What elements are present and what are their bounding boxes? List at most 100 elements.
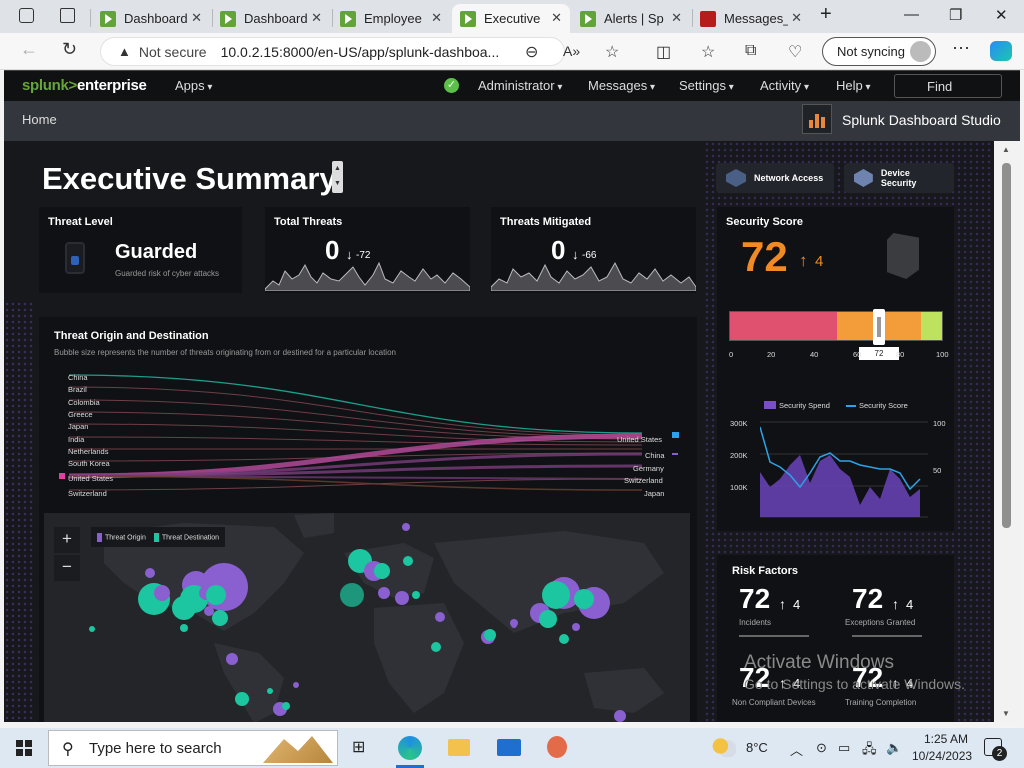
gauge-band-red [730, 312, 837, 340]
page-scrollbar[interactable]: ▲ ▼ [994, 141, 1020, 722]
target-label: China [645, 451, 665, 460]
help-menu[interactable]: Help [836, 78, 871, 93]
threat-level-sub: Guarded risk of cyber attacks [115, 269, 220, 278]
paint-icon[interactable] [547, 736, 567, 758]
minimize-button[interactable]: — [904, 6, 919, 23]
tab-alerts[interactable]: Alerts | Sp ✕ [572, 4, 690, 33]
incidents-delta: 4 [793, 597, 801, 612]
panel-title: Threats Mitigated [500, 216, 592, 228]
close-icon[interactable]: ✕ [311, 10, 322, 26]
restore-button[interactable]: ❐ [949, 6, 962, 24]
pdf-icon [700, 10, 716, 27]
refresh-icon[interactable]: ↻ [62, 39, 77, 60]
arrow-up-icon: ↑ [799, 251, 808, 270]
weather-temperature[interactable]: 8°C [746, 740, 768, 755]
taskbar-search-input[interactable]: ⚲ Type here to search [48, 730, 338, 766]
scroll-thumb[interactable] [1002, 163, 1011, 528]
scroll-down-icon[interactable]: ▼ [1002, 709, 1010, 718]
find-input[interactable]: Find [894, 74, 1002, 98]
browser-essentials-icon[interactable]: ♡ [788, 42, 802, 62]
collections-icon[interactable]: ⧉ [745, 42, 756, 60]
close-icon[interactable]: ✕ [431, 10, 442, 26]
workspaces-icon[interactable] [19, 8, 34, 23]
file-explorer-icon[interactable] [448, 739, 470, 756]
task-view-icon[interactable]: ⊞ [352, 737, 365, 757]
read-aloud-icon[interactable]: A» [563, 43, 580, 59]
settings-menu[interactable]: Settings [679, 78, 734, 93]
favorite-star-icon[interactable]: ☆ [605, 42, 619, 62]
favorites-icon[interactable]: ☆ [701, 42, 715, 62]
close-icon[interactable]: ✕ [671, 10, 682, 26]
gauge-tick: 100 [936, 350, 949, 359]
messages-menu[interactable]: Messages [588, 78, 655, 93]
tab-messages[interactable]: Messages_ ✕ [692, 4, 810, 33]
new-tab-button[interactable]: + [820, 3, 832, 26]
score-legend-swatch [846, 405, 856, 407]
health-ok-icon[interactable]: ✓ [444, 78, 459, 93]
gauge-tick: 60 [853, 350, 862, 359]
tab-label: Employee [364, 11, 422, 26]
tab-dashboard-1[interactable]: Dashboard ✕ [92, 4, 210, 33]
tab-employee[interactable]: Employee ✕ [332, 4, 450, 33]
close-icon[interactable]: ✕ [191, 10, 202, 26]
tab-separator [90, 9, 91, 27]
security-shield-icon [887, 233, 919, 279]
world-map[interactable]: + − Threat Origin Threat Destination [44, 513, 690, 722]
search-icon: ⚲ [62, 741, 74, 758]
activity-menu[interactable]: Activity [760, 78, 809, 93]
administrator-menu[interactable]: Administrator [478, 78, 562, 93]
target-label: Germany [633, 464, 664, 473]
address-bar[interactable]: ▲ Not secure 10.0.2.15:8000/en-US/app/sp… [100, 37, 565, 66]
panel-title: Threat Origin and Destination [54, 330, 209, 342]
security-score-value: 72 [741, 233, 788, 280]
panel-title: Security Score [726, 216, 804, 228]
split-screen-icon[interactable]: ◫ [656, 42, 671, 62]
back-icon[interactable]: ← [20, 39, 38, 60]
splunk-logo[interactable]: splunk>enterprise [22, 77, 147, 94]
security-score-panel: Security Score 72 ↑ 4 72 0 20 40 60 80 1… [717, 207, 954, 531]
edge-icon[interactable] [398, 736, 422, 760]
shield-icon [65, 242, 85, 274]
device-security-button[interactable]: Device Security [844, 163, 954, 193]
close-icon[interactable]: ✕ [791, 10, 802, 26]
home-link[interactable]: Home [22, 112, 57, 127]
mail-icon[interactable] [497, 739, 521, 756]
y-tick-left: 100K [730, 483, 748, 492]
more-menu-icon[interactable]: ⋯ [952, 38, 970, 59]
zoom-icon[interactable]: ⊖ [525, 42, 538, 62]
system-clock[interactable]: 1:25 AM 10/24/2023 [912, 731, 972, 765]
tray-overflow-icon[interactable]: ︿ [790, 740, 803, 759]
tab-executive[interactable]: Executive ✕ [452, 4, 570, 33]
panel-title: Risk Factors [732, 565, 799, 577]
network-access-button[interactable]: Network Access [716, 163, 834, 193]
gauge-marker[interactable] [873, 309, 885, 345]
target-label: United States [617, 435, 663, 444]
tray-app-icon[interactable]: ⊙ [816, 740, 827, 756]
dashboard-canvas: Executive Summary ▲ ▼ Network Access Devi… [4, 141, 994, 722]
profile-sync-button[interactable]: Not syncing [822, 37, 936, 66]
network-icon [726, 169, 746, 187]
page-viewport: splunk>enterprise Apps ✓ Administrator M… [4, 70, 1020, 722]
exceptions-label: Exceptions Granted [845, 618, 916, 627]
close-window-button[interactable]: ✕ [995, 6, 1008, 24]
network-icon[interactable]: 🖧 [862, 740, 877, 762]
threat-level-value: Guarded [115, 241, 198, 263]
close-icon[interactable]: ✕ [551, 10, 562, 26]
title-spinner-button[interactable]: ▲ ▼ [332, 161, 343, 193]
non-compliant-label: Non Compliant Devices [732, 698, 816, 707]
taskbar-search-placeholder: Type here to search [89, 740, 222, 757]
apps-menu[interactable]: Apps [175, 78, 212, 93]
volume-icon[interactable]: 🔈 [886, 740, 902, 756]
scroll-up-icon[interactable]: ▲ [1002, 145, 1010, 154]
tab-dashboard-2[interactable]: Dashboard ✕ [212, 4, 330, 33]
gauge-tick: 0 [729, 350, 734, 359]
warning-icon[interactable]: ▲ [118, 44, 131, 59]
y-tick-left: 200K [730, 451, 748, 460]
tab-actions-icon[interactable] [60, 8, 75, 23]
windows-start-icon[interactable] [16, 740, 32, 756]
target-label: Switzerland [624, 476, 663, 485]
device-security-label: Device Security [880, 168, 917, 188]
copilot-icon[interactable] [990, 41, 1012, 61]
tray-monitor-icon[interactable]: ▭ [838, 740, 850, 756]
weather-icon[interactable] [712, 737, 736, 757]
